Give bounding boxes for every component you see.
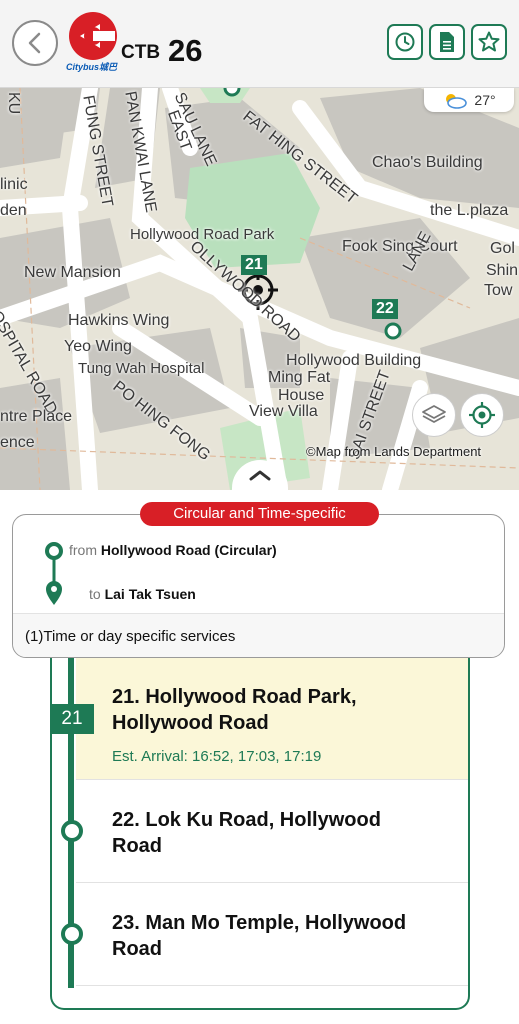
origin-label: from xyxy=(69,542,97,558)
favourite-button[interactable] xyxy=(471,24,507,60)
timetable-button[interactable] xyxy=(387,24,423,60)
origin-value: Hollywood Road (Circular) xyxy=(100,542,277,558)
stop-dot xyxy=(61,820,83,842)
weather-widget: 27° xyxy=(424,88,514,112)
service-type-badge: Circular and Time-specific xyxy=(140,502,379,526)
map-stop-tag-current[interactable]: 21 xyxy=(241,255,267,275)
map-label: New Mansion xyxy=(24,264,121,281)
layers-icon xyxy=(422,405,446,423)
clock-icon xyxy=(395,32,415,52)
map-label: View Villa xyxy=(249,403,318,420)
route-map[interactable]: KU FUNG STREET PAN KWAI LANE SAU LANE EA… xyxy=(0,88,519,490)
map-label: Fook Sing Court xyxy=(342,238,458,255)
map-label: the L.plaza xyxy=(430,202,509,219)
map-label: Tung Wah Hospital xyxy=(78,360,205,377)
logo-text: Citybus城巴 xyxy=(66,62,118,72)
map-layers-button[interactable] xyxy=(412,393,456,437)
back-button[interactable] xyxy=(12,20,58,66)
weather-temperature: 27° xyxy=(474,92,496,108)
stop-name: 22. Lok Ku Road, Hollywood Road xyxy=(112,809,381,857)
map-stop-tag-next[interactable]: 22 xyxy=(372,299,398,319)
star-icon xyxy=(478,31,500,52)
stop-item-22[interactable]: 22. Lok Ku Road, Hollywood Road xyxy=(76,780,468,883)
map-label: Ming Fat xyxy=(268,369,331,386)
map-label: Hawkins Wing xyxy=(68,312,170,329)
map-label: ence xyxy=(0,434,35,451)
route-number: 26 xyxy=(168,33,203,68)
map-label: Yeo Wing xyxy=(64,338,132,355)
map-label: ntre Place xyxy=(0,408,73,425)
route-info-card: from Hollywood Road (Circular) to Lai Ta… xyxy=(12,514,505,658)
map-label: Chao's Building xyxy=(372,154,483,171)
destination-value: Lai Tak Tsuen xyxy=(104,586,196,602)
map-label: linic xyxy=(0,176,28,193)
stop-name: 23. Man Mo Temple, Hollywood Road xyxy=(112,912,407,960)
route-info-button[interactable] xyxy=(429,24,465,60)
stop-item-21[interactable]: 21. Hollywood Road Park, Hollywood Road … xyxy=(76,658,468,780)
map-label: den xyxy=(0,202,27,219)
partly-cloudy-icon xyxy=(446,94,468,109)
current-stop-number: 21 xyxy=(50,704,94,734)
crosshair-icon xyxy=(469,402,495,428)
map-label: Hollywood Building xyxy=(286,352,422,369)
map-label: Hollywood Road Park xyxy=(130,226,275,243)
stop-eta: Est. Arrival: 16:52, 17:03, 17:19 xyxy=(112,748,322,765)
service-note: (1)Time or day specific services xyxy=(13,613,504,657)
document-icon xyxy=(440,32,454,52)
stop-dot xyxy=(61,923,83,945)
destination-label: to xyxy=(89,586,101,602)
route-direction-line xyxy=(45,542,63,605)
chevron-up-icon xyxy=(249,470,271,481)
company-code: CTB xyxy=(121,42,161,63)
map-label: KU xyxy=(5,92,22,115)
app-header: Citybus城巴 CTB 26 xyxy=(0,0,519,88)
map-copyright: ©Map from Lands Department xyxy=(306,444,482,459)
stop-name: 21. Hollywood Road Park, Hollywood Road xyxy=(112,686,357,734)
origin-row: from Hollywood Road (Circular) xyxy=(69,542,277,558)
map-label: Gol xyxy=(490,240,515,257)
map-label: Tow xyxy=(484,282,513,299)
chevron-left-icon xyxy=(28,32,41,54)
map-label: Shin xyxy=(486,262,519,279)
destination-row: to Lai Tak Tsuen xyxy=(89,586,196,602)
stop-item-23[interactable]: 23. Man Mo Temple, Hollywood Road xyxy=(76,883,468,986)
locate-me-button[interactable] xyxy=(460,393,504,437)
